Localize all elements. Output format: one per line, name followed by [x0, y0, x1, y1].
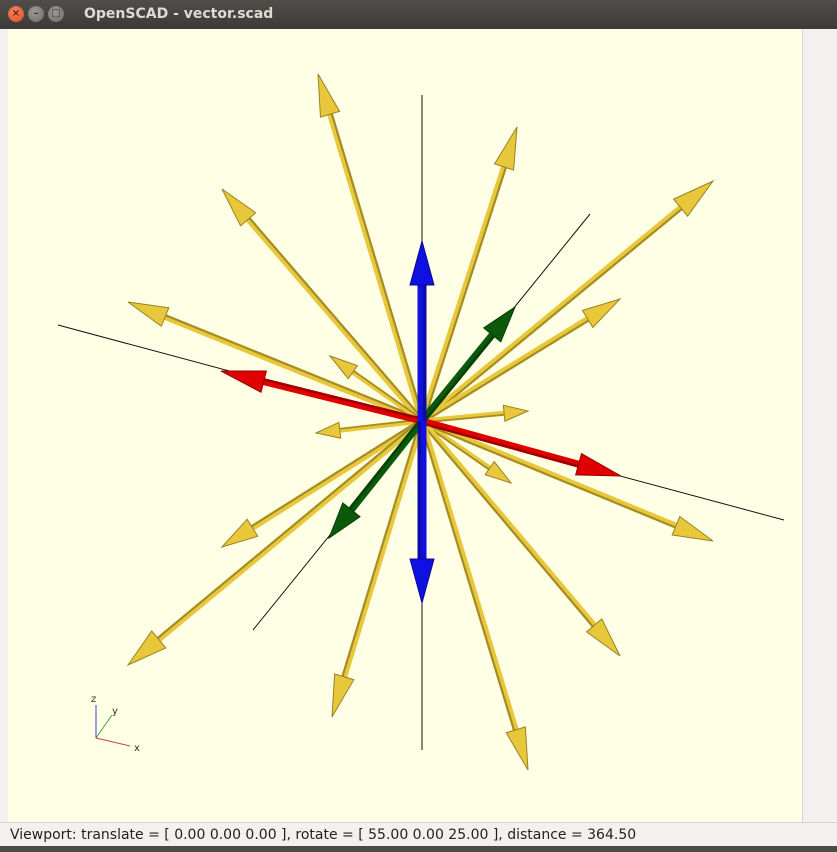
vector-arrow: [327, 418, 425, 540]
minimize-icon[interactable]: –: [28, 6, 44, 22]
scene-canvas: x y z: [57, 73, 785, 771]
vector-arrow: [127, 301, 424, 424]
orientation-indicator: x y z: [91, 694, 140, 754]
title-bar[interactable]: × – □ OpenSCAD - vector.scad: [0, 0, 837, 29]
arrow-shaft: [419, 419, 597, 628]
arrow-head: [220, 518, 259, 548]
arrow-shaft: [419, 420, 519, 731]
vector-arrows: [126, 73, 715, 771]
vector-arrow: [420, 297, 622, 424]
left-panel-edge: [0, 29, 8, 822]
arrow-shaft: [420, 205, 683, 424]
arrow-head: [502, 404, 530, 422]
arrow-head: [331, 673, 355, 718]
arrow-shaft-shading: [420, 421, 676, 529]
vector-arrow: [419, 419, 621, 657]
arrow-head: [127, 301, 170, 328]
orientation-label-z: z: [91, 694, 96, 705]
vector-arrow: [419, 420, 529, 771]
vector-arrow: [317, 73, 425, 422]
arrow-shaft: [420, 418, 678, 529]
arrow-head: [493, 126, 518, 171]
arrow-shaft-shading: [419, 421, 516, 731]
arrow-head: [409, 239, 435, 286]
vector-arrow: [419, 305, 517, 424]
desktop-edge: [0, 846, 837, 852]
arrow-head: [505, 726, 529, 771]
arrow-shaft: [421, 417, 580, 468]
vector-arrow: [420, 179, 715, 424]
arrow-shaft-shading: [263, 378, 423, 421]
window-title: OpenSCAD - vector.scad: [84, 6, 274, 22]
arrow-head: [575, 452, 622, 477]
openscad-window: × – □ OpenSCAD - vector.scad x y z Viewp…: [0, 0, 837, 852]
3d-viewport[interactable]: x y z: [8, 29, 802, 822]
arrow-shaft-shading: [341, 420, 422, 677]
arrow-shaft: [245, 217, 425, 423]
arrow-head: [317, 73, 341, 118]
arrow-head: [314, 421, 342, 439]
arrow-head: [409, 558, 435, 605]
vector-arrow: [420, 418, 714, 542]
arrow-shaft-shading: [156, 418, 422, 639]
maximize-icon[interactable]: □: [48, 6, 64, 22]
arrow-head: [581, 297, 622, 329]
arrow-shaft: [327, 113, 425, 422]
vector-arrow: [126, 418, 424, 667]
vector-arrow: [419, 126, 518, 422]
vector-arrow: [421, 417, 622, 477]
vector-arrow: [331, 420, 425, 718]
arrow-shaft: [419, 166, 507, 422]
arrow-shaft: [419, 332, 495, 424]
close-icon[interactable]: ×: [8, 6, 24, 22]
arrow-shaft-shading: [165, 314, 424, 421]
background-window-edge: [802, 29, 837, 822]
arrow-head: [220, 370, 267, 394]
arrow-shaft: [163, 314, 424, 424]
viewport-status-text: Viewport: translate = [ 0.00 0.00 0.00 ]…: [10, 827, 637, 843]
orientation-label-x: x: [134, 743, 140, 754]
status-bar: Viewport: translate = [ 0.00 0.00 0.00 ]…: [0, 822, 837, 847]
orientation-label-y: y: [112, 706, 118, 717]
arrow-head: [671, 515, 714, 542]
arrow-shaft-shading: [422, 208, 683, 424]
arrow-shaft: [156, 418, 424, 642]
